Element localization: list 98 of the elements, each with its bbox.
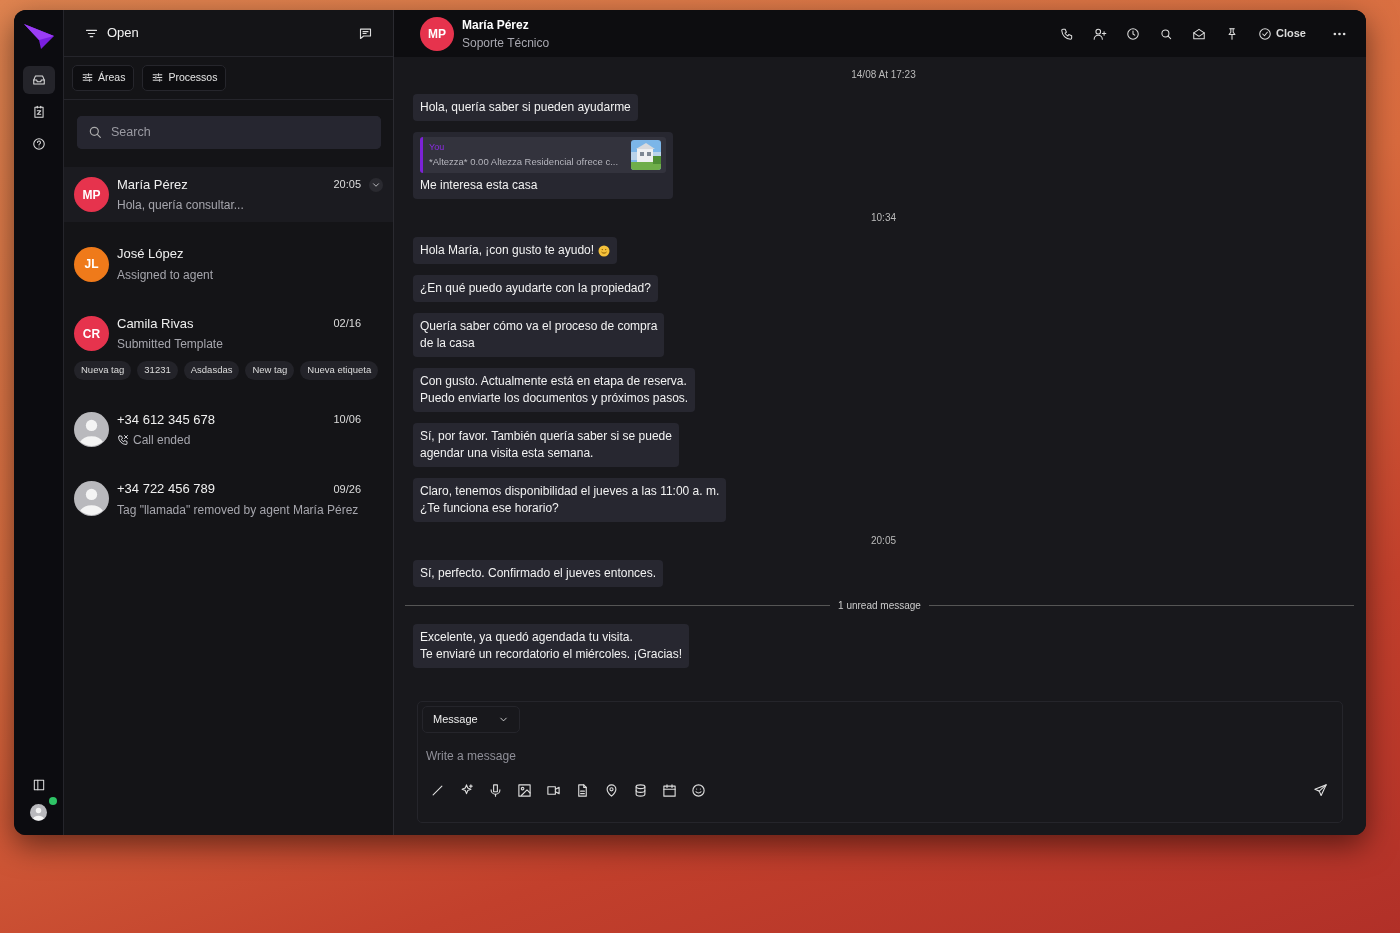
send-icon xyxy=(1313,783,1328,798)
contact-name: Camila Rivas xyxy=(117,314,194,333)
nav-button[interactable] xyxy=(22,66,55,94)
document-button[interactable] xyxy=(575,783,590,798)
timestamp: 10/06 xyxy=(333,412,361,427)
clock-icon xyxy=(1126,26,1141,41)
sliders-icon xyxy=(81,71,94,85)
message-text: Sí, por favor. También quería saber si se puede agendar una visita esta semana. xyxy=(420,428,672,462)
message-text: Excelente, ya quedó agendada tu visita. Te enviaré un recordatorio el miércoles. ¡Gracias! xyxy=(420,629,683,663)
message-type-dropdown[interactable]: Message xyxy=(422,706,520,733)
contact-name: María Pérez xyxy=(117,175,188,194)
close-button[interactable]: Close xyxy=(1258,25,1306,42)
avatar: MP xyxy=(74,177,109,212)
message-preview: Submitted Template xyxy=(117,336,223,354)
contact-name: José López xyxy=(117,245,184,264)
slash-icon xyxy=(430,783,445,798)
conversation-item[interactable]: +34 612 345 678 10/06 Call ended xyxy=(64,401,393,457)
image-button[interactable] xyxy=(517,783,532,798)
message-preview: Call ended xyxy=(133,432,191,449)
timestamp: 20:05 xyxy=(871,535,896,546)
tag: Asdasdas xyxy=(183,361,240,380)
microphone-icon xyxy=(488,783,503,798)
location-pin-button[interactable] xyxy=(604,783,619,798)
more-button[interactable] xyxy=(1333,31,1346,36)
timestamp: 10:34 xyxy=(871,212,896,223)
message-text: Hola, quería saber si pueden ayudarme xyxy=(420,99,631,116)
logo-icon xyxy=(22,22,55,50)
user-avatar-icon xyxy=(29,804,47,822)
message-text: ¿En qué puedo ayudarte con la propiedad? xyxy=(420,280,651,297)
message-text: Sí, perfecto. Confirmado el jueves entonces. xyxy=(420,565,657,582)
send-button[interactable] xyxy=(1313,783,1328,798)
message-input[interactable]: Write a message xyxy=(422,746,1328,765)
conversation-item[interactable]: CR Camila Rivas 02/16 Submitted Template Nueva tag 31231 Asdasdas New tag Nueva etiqueta xyxy=(64,305,393,388)
sliders-icon xyxy=(151,71,165,85)
history-button[interactable] xyxy=(1126,26,1141,41)
check-circle-icon xyxy=(1258,26,1273,41)
search-field[interactable]: Search xyxy=(77,115,381,149)
more-icon xyxy=(1333,31,1346,36)
message-preview: Hola, quería consultar... xyxy=(117,197,244,215)
message-text: Quería saber cómo va el proceso de compra de la casa xyxy=(420,318,658,352)
tag: 31231 xyxy=(137,361,178,380)
add-user-icon xyxy=(1093,26,1108,41)
message-text: Con gusto. Actualmente está en etapa de reserva. Puedo enviarte los documentos y próximos pasos. xyxy=(420,373,689,407)
message-preview: Assigned to agent xyxy=(117,266,214,284)
sidebar-icon xyxy=(31,778,46,792)
tag: Nueva tag xyxy=(74,361,132,380)
quoted-message[interactable]: You *Altezza* 0.00 Altezza Residencial ofrece c... xyxy=(420,137,666,173)
database-button[interactable] xyxy=(633,783,648,798)
conversation-item[interactable]: +34 722 456 789 09/26 Tag "llamada" removed by agent María Pérez xyxy=(64,471,393,527)
smiley-button[interactable] xyxy=(691,783,706,798)
video-icon xyxy=(546,783,561,798)
envelope-icon xyxy=(1192,26,1207,41)
video-button[interactable] xyxy=(546,783,561,798)
inbox-icon xyxy=(31,73,46,87)
contact-subtitle: Soporte Técnico xyxy=(462,34,550,52)
timestamp: 14/08 At 17:23 xyxy=(851,69,916,80)
search-icon xyxy=(1159,26,1174,41)
avatar: CR xyxy=(74,316,109,351)
conversation-item[interactable]: JL José López Assigned to agent xyxy=(64,236,393,292)
contact-name: +34 612 345 678 xyxy=(117,410,215,429)
help-icon xyxy=(31,137,46,151)
filter-button[interactable]: Áreas xyxy=(72,65,135,91)
assign-button[interactable] xyxy=(1093,26,1108,41)
phone-icon xyxy=(1060,26,1075,41)
avatar-icon xyxy=(74,481,109,517)
chevron-down-icon[interactable] xyxy=(369,177,383,192)
chat-icon xyxy=(358,25,373,41)
database-icon xyxy=(633,783,648,798)
quote-author: You xyxy=(429,140,446,153)
message-text: Me interesa esta casa xyxy=(420,178,538,192)
microphone-button[interactable] xyxy=(488,783,503,798)
timestamp: 02/16 xyxy=(333,316,361,332)
message-text: Hola María, ¡con gusto te ayudo! xyxy=(420,242,595,259)
message-preview: Tag "llamada" removed by agent María Pérez xyxy=(117,501,359,519)
filter-button[interactable]: Processos xyxy=(142,65,227,91)
avatar: JL xyxy=(74,246,109,282)
new-chat-button[interactable] xyxy=(358,25,373,41)
image-icon xyxy=(517,783,532,798)
search-button[interactable] xyxy=(1159,26,1174,41)
avatar-icon xyxy=(74,411,109,447)
tag: Nueva etiqueta xyxy=(300,361,379,380)
location-pin-icon xyxy=(604,783,619,798)
avatar: MP xyxy=(420,16,454,51)
smiley-icon xyxy=(691,783,706,798)
contact-name: María Pérez xyxy=(462,16,530,34)
mark-unread-button[interactable] xyxy=(1192,26,1207,41)
slash-button[interactable] xyxy=(430,783,445,798)
document-icon xyxy=(575,783,590,798)
timestamp: 09/26 xyxy=(333,481,361,497)
quote-text: *Altezza* 0.00 Altezza Residencial ofrece c... xyxy=(429,154,620,169)
tag: New tag xyxy=(245,361,295,380)
call-button[interactable] xyxy=(1060,26,1075,41)
message-text: Claro, tenemos disponibilidad el jueves a las 11:00 a. m. ¿Te funciona ese horario? xyxy=(420,483,720,517)
unread-divider-label: 1 unread message xyxy=(838,599,921,613)
contact-name: +34 722 456 789 xyxy=(117,480,215,498)
inbox-title: Open xyxy=(107,24,139,43)
conversation-item[interactable]: MP María Pérez 20:05 Hola, quería consultar... xyxy=(64,166,393,223)
timestamp: 20:05 xyxy=(333,177,361,193)
